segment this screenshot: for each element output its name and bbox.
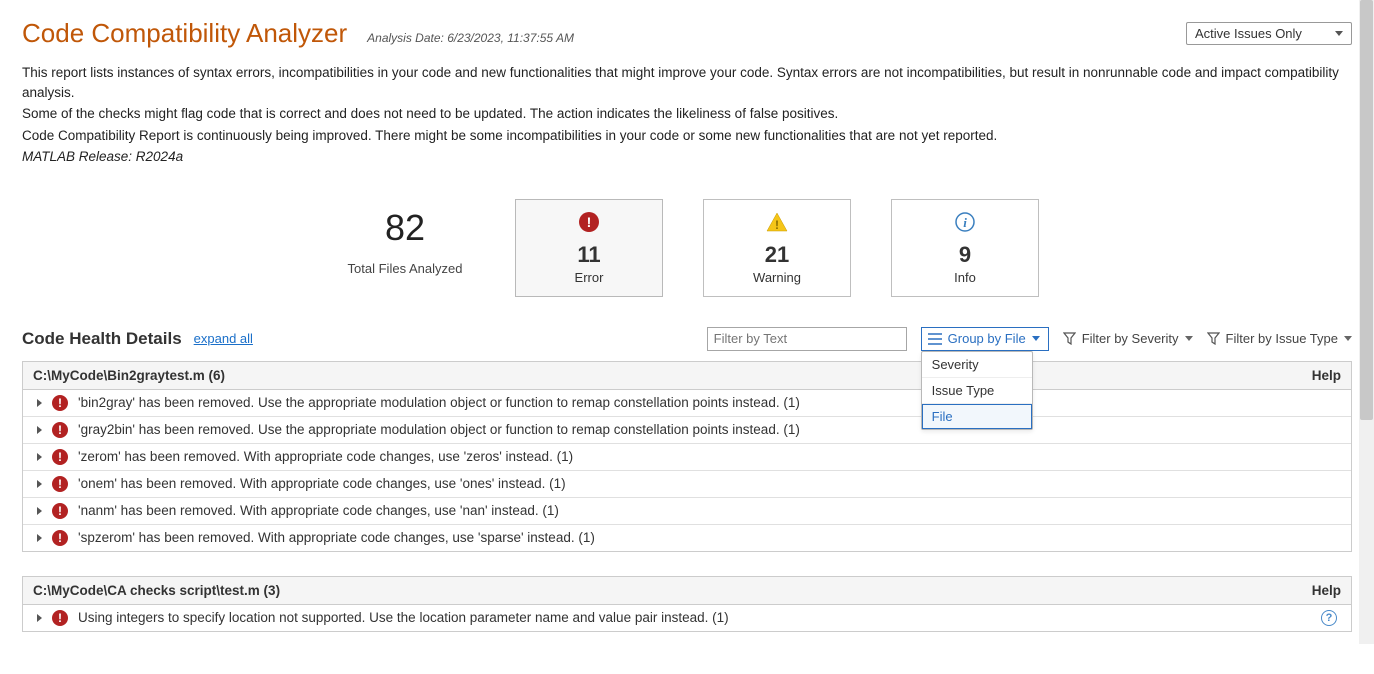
funnel-icon (1063, 332, 1076, 345)
issue-row[interactable]: ! 'nanm' has been removed. With appropria… (23, 498, 1351, 525)
error-label: Error (516, 270, 662, 285)
scrollbar-thumb[interactable] (1360, 0, 1373, 420)
chevron-right-icon[interactable] (37, 399, 42, 407)
group-by-issuetype-option[interactable]: Issue Type (922, 378, 1032, 404)
chevron-down-icon (1335, 31, 1343, 36)
error-icon: ! (52, 476, 68, 492)
chevron-right-icon[interactable] (37, 614, 42, 622)
file-group-header: C:\MyCode\CA checks script\test.m (3) Hel… (23, 577, 1351, 605)
svg-text:!: ! (587, 214, 592, 230)
chevron-down-icon (1185, 336, 1193, 341)
chevron-right-icon[interactable] (37, 480, 42, 488)
chevron-right-icon[interactable] (37, 507, 42, 515)
group-by-button[interactable]: Group by File (921, 327, 1049, 351)
section-title: Code Health Details (22, 329, 182, 349)
analysis-date: Analysis Date: 6/23/2023, 11:37:55 AM (367, 31, 574, 45)
list-icon (928, 333, 942, 345)
issue-row[interactable]: ! 'gray2bin' has been removed. Use the ap… (23, 417, 1351, 444)
filter-severity-label: Filter by Severity (1082, 331, 1179, 346)
issue-text: 'bin2gray' has been removed. Use the app… (78, 395, 800, 410)
page-title: Code Compatibility Analyzer (22, 18, 347, 49)
chevron-down-icon (1344, 336, 1352, 341)
issue-text: 'spzerom' has been removed. With appropr… (78, 530, 595, 545)
filter-text-input[interactable] (707, 327, 907, 351)
total-files-num: 82 (335, 207, 475, 249)
svg-text:i: i (963, 215, 967, 230)
issue-text: Using integers to specify location not s… (78, 610, 729, 625)
error-icon: ! (52, 503, 68, 519)
chevron-right-icon[interactable] (37, 534, 42, 542)
issue-text: 'onem' has been removed. With appropriat… (78, 476, 566, 491)
total-files-label: Total Files Analyzed (335, 261, 475, 276)
file-group: C:\MyCode\Bin2graytest.m (6) Help! 'bin2gr… (22, 361, 1352, 552)
file-path: C:\MyCode\Bin2graytest.m (6) (33, 368, 225, 383)
report-description: This report lists instances of syntax er… (22, 63, 1352, 167)
warning-icon: ! (704, 210, 850, 234)
group-by-file-option[interactable]: File (922, 404, 1032, 429)
summary-total: 82 Total Files Analyzed (335, 199, 475, 297)
view-filter-dropdown[interactable]: Active Issues Only (1186, 22, 1352, 45)
file-group-header: C:\MyCode\Bin2graytest.m (6) Help (23, 362, 1351, 390)
issue-row[interactable]: ! 'bin2gray' has been removed. Use the ap… (23, 390, 1351, 417)
description-line-3: Code Compatibility Report is continuousl… (22, 126, 1352, 146)
help-column-header: Help (1312, 368, 1341, 383)
svg-text:!: ! (775, 218, 779, 232)
error-icon: ! (52, 422, 68, 438)
error-icon: ! (516, 210, 662, 234)
error-icon: ! (52, 449, 68, 465)
issue-row[interactable]: ! Using integers to specify location not … (23, 605, 1351, 631)
file-path: C:\MyCode\CA checks script\test.m (3) (33, 583, 280, 598)
issue-row[interactable]: ! 'onem' has been removed. With appropria… (23, 471, 1351, 498)
summary-card-warning[interactable]: ! 21 Warning (703, 199, 851, 297)
group-by-label: Group by File (948, 331, 1026, 346)
summary-card-info[interactable]: i 9 Info (891, 199, 1039, 297)
filter-severity-button[interactable]: Filter by Severity (1063, 331, 1193, 346)
filter-issuetype-label: Filter by Issue Type (1226, 331, 1338, 346)
error-icon: ! (52, 610, 68, 626)
issue-text: 'nanm' has been removed. With appropriat… (78, 503, 559, 518)
help-column-header: Help (1312, 583, 1341, 598)
summary-card-error[interactable]: ! 11 Error (515, 199, 663, 297)
warning-count: 21 (704, 242, 850, 268)
issue-row[interactable]: ! 'spzerom' has been removed. With approp… (23, 525, 1351, 551)
chevron-right-icon[interactable] (37, 426, 42, 434)
info-label: Info (892, 270, 1038, 285)
issue-text: 'zerom' has been removed. With appropria… (78, 449, 573, 464)
error-icon: ! (52, 530, 68, 546)
filter-issuetype-button[interactable]: Filter by Issue Type (1207, 331, 1352, 346)
error-count: 11 (516, 242, 662, 268)
matlab-release: MATLAB Release: R2024a (22, 147, 1352, 167)
expand-all-link[interactable]: expand all (194, 331, 253, 346)
view-filter-value: Active Issues Only (1195, 26, 1302, 41)
issue-row[interactable]: ! 'zerom' has been removed. With appropri… (23, 444, 1351, 471)
error-icon: ! (52, 395, 68, 411)
help-icon[interactable]: ? (1321, 610, 1337, 626)
group-by-dropdown: Severity Issue Type File (921, 351, 1033, 430)
funnel-icon (1207, 332, 1220, 345)
chevron-down-icon (1032, 336, 1040, 341)
warning-label: Warning (704, 270, 850, 285)
issue-text: 'gray2bin' has been removed. Use the app… (78, 422, 800, 437)
description-line-1: This report lists instances of syntax er… (22, 63, 1352, 102)
info-icon: i (892, 210, 1038, 234)
vertical-scrollbar[interactable] (1359, 0, 1374, 644)
description-line-2: Some of the checks might flag code that … (22, 104, 1352, 124)
info-count: 9 (892, 242, 1038, 268)
file-group: C:\MyCode\CA checks script\test.m (3) Hel… (22, 576, 1352, 632)
chevron-right-icon[interactable] (37, 453, 42, 461)
group-by-severity-option[interactable]: Severity (922, 352, 1032, 378)
